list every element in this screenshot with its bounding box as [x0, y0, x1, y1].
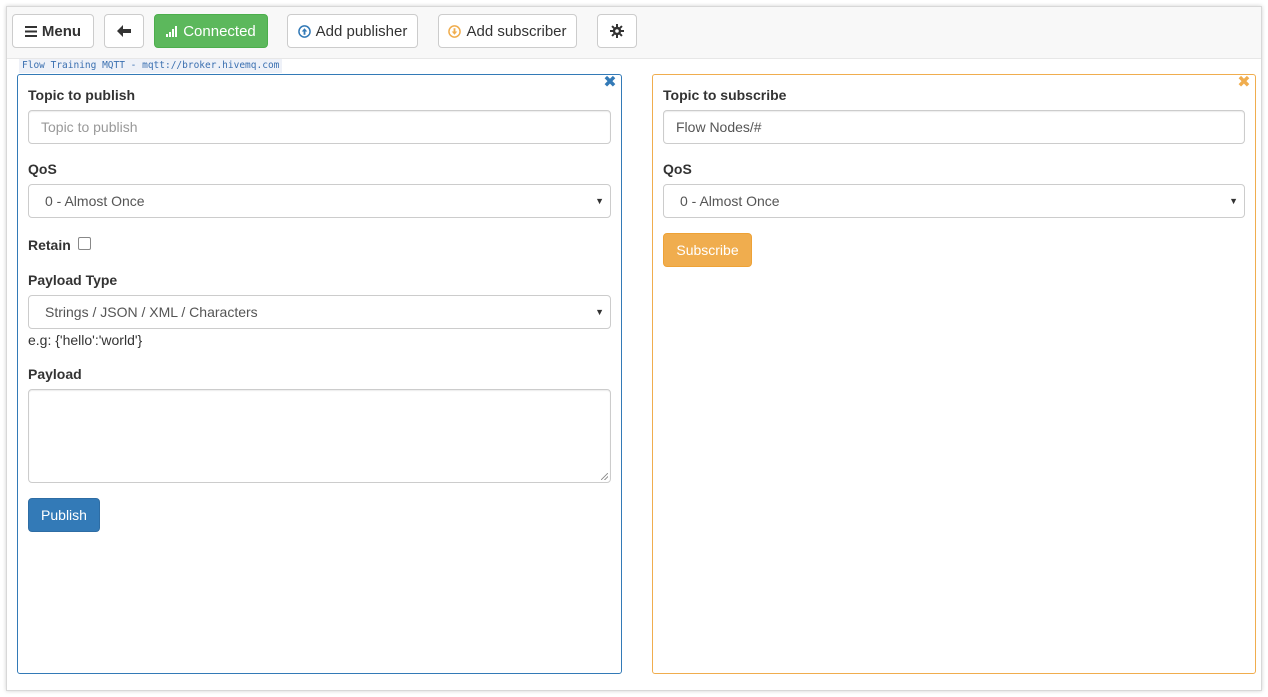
- broker-connection-label: Flow Training MQTT - mqtt://broker.hivem…: [19, 59, 283, 73]
- topic-subscribe-label: Topic to subscribe: [663, 87, 787, 103]
- subscriber-panel: ✖ Topic to subscribe Flow Nodes/# QoS 0 …: [652, 74, 1256, 674]
- add-publisher-label: Add publisher: [315, 22, 408, 40]
- payload-type-value: Strings / JSON / XML / Characters: [45, 304, 258, 320]
- menu-button-label: Menu: [41, 22, 82, 40]
- retain-checkbox[interactable]: [78, 237, 91, 250]
- chevron-down-icon: ▼: [595, 307, 604, 317]
- qos-publish-label: QoS: [28, 161, 57, 177]
- resize-grip-icon[interactable]: [601, 473, 608, 480]
- add-subscriber-button[interactable]: Add subscriber: [438, 14, 577, 48]
- publish-button[interactable]: Publish: [28, 498, 100, 532]
- circle-arrow-down-icon: [448, 24, 462, 38]
- circle-arrow-up-icon: [297, 24, 311, 38]
- app-window: Menu Connected Add publisher Add subscri…: [6, 6, 1262, 691]
- subscribe-button-label: Subscribe: [676, 242, 739, 258]
- connected-label: Connected: [183, 22, 256, 40]
- menu-button[interactable]: Menu: [12, 14, 94, 48]
- subscribe-button[interactable]: Subscribe: [663, 233, 752, 267]
- toolbar: Menu Connected Add publisher Add subscri…: [7, 7, 1261, 59]
- qos-subscribe-select[interactable]: 0 - Almost Once ▼: [663, 184, 1245, 218]
- qos-subscribe-label: QoS: [663, 161, 692, 177]
- settings-button[interactable]: [597, 14, 637, 48]
- payload-type-select[interactable]: Strings / JSON / XML / Characters ▼: [28, 295, 611, 329]
- payload-type-label: Payload Type: [28, 272, 118, 288]
- arrow-left-icon: [117, 25, 131, 37]
- gear-icon: [610, 24, 624, 38]
- signal-icon: [166, 25, 178, 37]
- retain-label: Retain: [28, 237, 71, 253]
- add-subscriber-label: Add subscriber: [466, 22, 567, 40]
- close-icon[interactable]: ✖: [1237, 75, 1251, 91]
- qos-publish-select[interactable]: 0 - Almost Once ▼: [28, 184, 611, 218]
- hamburger-icon: [24, 25, 37, 37]
- chevron-down-icon: ▼: [1229, 196, 1238, 206]
- topic-subscribe-input[interactable]: Flow Nodes/#: [663, 110, 1245, 144]
- topic-publish-input[interactable]: Topic to publish: [28, 110, 611, 144]
- payload-label: Payload: [28, 366, 82, 382]
- back-button[interactable]: [104, 14, 144, 48]
- publish-button-label: Publish: [41, 507, 87, 523]
- close-icon[interactable]: ✖: [603, 75, 617, 91]
- topic-publish-label: Topic to publish: [28, 87, 136, 103]
- qos-subscribe-value: 0 - Almost Once: [680, 193, 780, 209]
- payload-textarea[interactable]: [28, 389, 611, 483]
- add-publisher-button[interactable]: Add publisher: [287, 14, 418, 48]
- connected-button[interactable]: Connected: [154, 14, 268, 48]
- payload-example-text: e.g: {'hello':'world'}: [28, 332, 143, 348]
- chevron-down-icon: ▼: [595, 196, 604, 206]
- qos-publish-value: 0 - Almost Once: [45, 193, 145, 209]
- publisher-panel: ✖ Topic to publish Topic to publish QoS …: [17, 74, 622, 674]
